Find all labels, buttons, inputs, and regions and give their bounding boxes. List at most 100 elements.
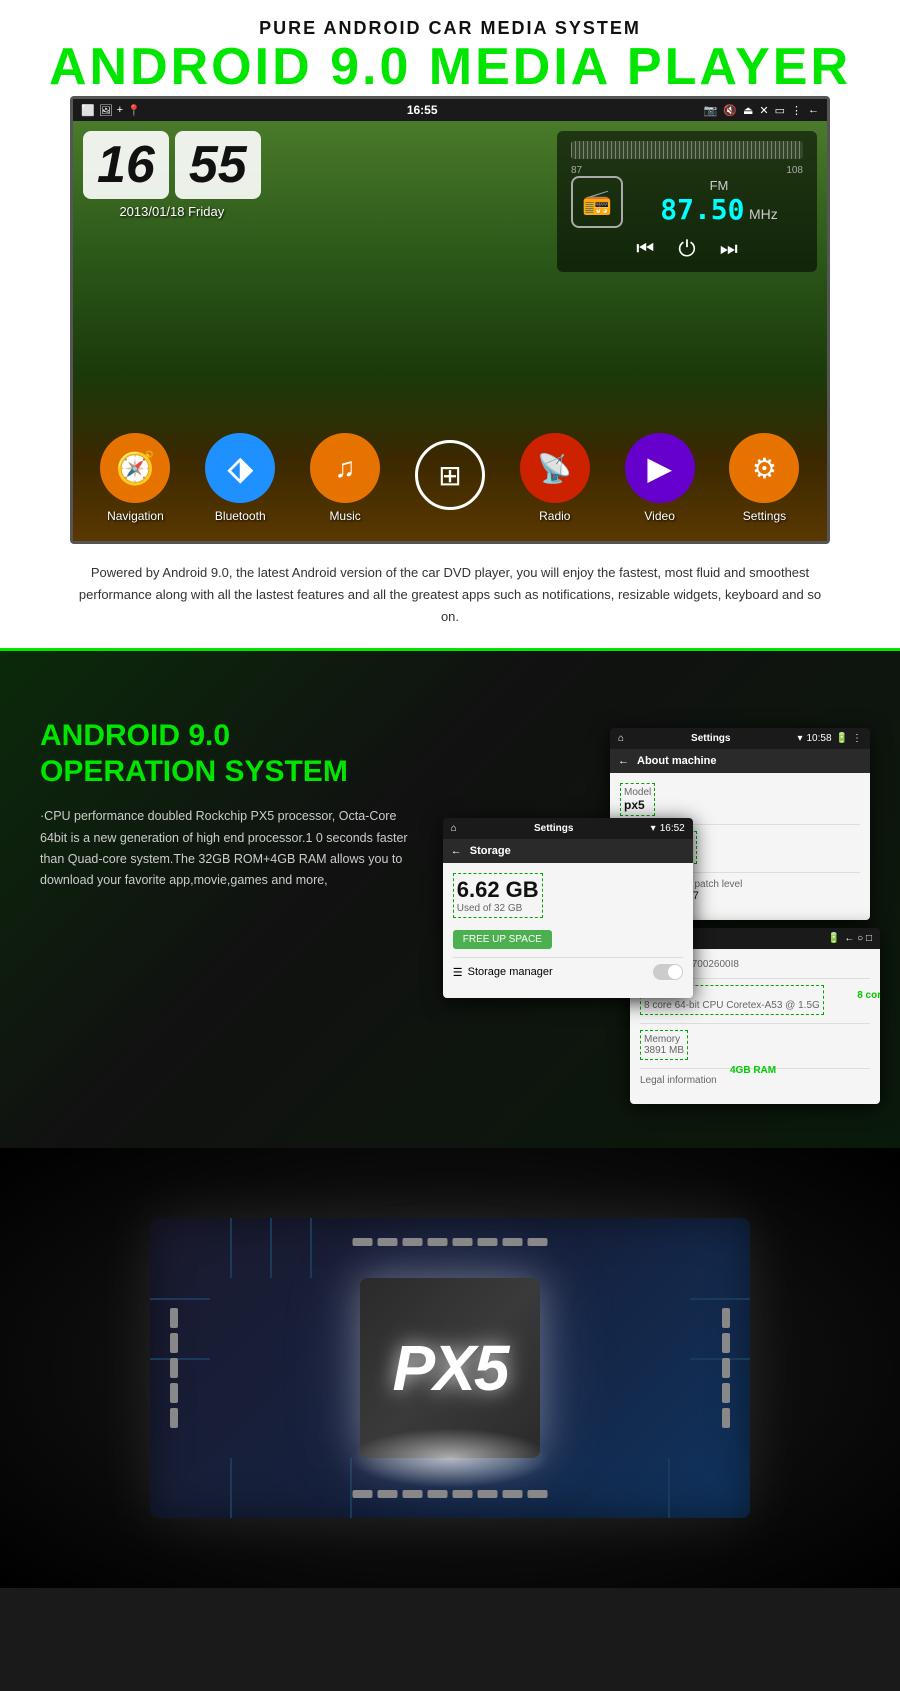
radio-controls: ⏮ ⏻ ⏭: [571, 236, 803, 262]
header-section: PURE ANDROID CAR MEDIA SYSTEM ANDROID 9.…: [0, 0, 900, 648]
app-music[interactable]: ♫ Music: [310, 433, 380, 523]
ss1-more-icon: ⋮: [852, 733, 862, 744]
radio-icon: 📻: [571, 176, 623, 228]
pin: [170, 1383, 178, 1403]
clock-minutes: 55: [175, 131, 261, 199]
video-label: Video: [644, 509, 674, 523]
clock-hours: 16: [83, 131, 169, 199]
statusbar-time: 16:55: [407, 103, 438, 117]
ss3-back-nav: ← ○ □: [844, 933, 872, 944]
pin: [170, 1358, 178, 1378]
pin: [428, 1238, 448, 1246]
ss2-home-icon: ⌂: [451, 823, 457, 834]
header-title: ANDROID 9.0 MEDIA PLAYER: [10, 39, 890, 96]
ss2-header: ⌂ Settings ▾ 16:52: [443, 818, 693, 839]
chip-pins-left: [170, 1308, 178, 1428]
radio-widget: 87 108 📻 FM 87.50 MHz ⏮ ⏻ ⏭: [557, 131, 817, 272]
plus-icon: +: [117, 104, 123, 116]
pin: [403, 1490, 423, 1498]
ss2-back-icon[interactable]: ←: [451, 845, 462, 857]
radio-icon-circle: 📡: [520, 433, 590, 503]
radio-unit: MHz: [749, 206, 778, 222]
chip-board: PX5: [150, 1218, 750, 1518]
ss3-legal: Legal information: [640, 1075, 870, 1086]
settings-icon-circle: ⚙: [729, 433, 799, 503]
ss2-free-space-button[interactable]: FREE UP SPACE: [453, 930, 552, 949]
statusbar-left-icons: ⬜ 🖼 + 📍: [81, 104, 141, 117]
ss1-wifi-icon: ▾: [797, 733, 802, 744]
chip-pins-right: [722, 1308, 730, 1428]
pin: [453, 1490, 473, 1498]
pin: [378, 1238, 398, 1246]
header-subtitle: PURE ANDROID CAR MEDIA SYSTEM: [10, 18, 890, 39]
android-desc: ·CPU performance doubled Rockchip PX5 pr…: [40, 806, 413, 891]
radio-band: FM: [635, 178, 803, 193]
chip-center: PX5: [360, 1278, 540, 1458]
pin: [722, 1308, 730, 1328]
window-icon: ▭: [775, 104, 785, 117]
screen-wallpaper: 16 55 2013/01/18 Friday 87 108 📻: [73, 121, 827, 541]
chip-px5-text: PX5: [393, 1331, 508, 1405]
music-label: Music: [329, 509, 360, 523]
pin: [528, 1238, 548, 1246]
ss3-battery-icon: 🔋: [828, 933, 840, 944]
pin: [428, 1490, 448, 1498]
pin: [478, 1238, 498, 1246]
close-icon: ✕: [759, 104, 768, 117]
mute-icon: 🔇: [723, 104, 737, 117]
settings-screen-storage: ⌂ Settings ▾ 16:52 ← Storage 6.62 GB: [443, 818, 693, 998]
radio-frequency: 87.50: [660, 193, 744, 226]
ss3-legal-row: Legal information: [640, 1075, 870, 1086]
pin: [722, 1358, 730, 1378]
pin: [503, 1490, 523, 1498]
camera-icon: 📷: [704, 104, 718, 117]
settings-label: Settings: [743, 509, 786, 523]
back-icon: ←: [808, 104, 819, 116]
app-bluetooth[interactable]: ⬗ Bluetooth: [205, 433, 275, 523]
screen-statusbar: ⬜ 🖼 + 📍 16:55 📷 🔇 ⏏ ✕ ▭ ⋮ ←: [73, 99, 827, 121]
bluetooth-icon-circle: ⬗: [205, 433, 275, 503]
ss2-storage-value: 6.62 GB: [457, 877, 539, 903]
ss2-status-icons: ▾ 16:52: [651, 823, 685, 834]
chip-pins-bottom: [353, 1490, 548, 1498]
ss2-time: 16:52: [660, 823, 685, 834]
ss2-toolbar: ← Storage: [443, 839, 693, 863]
navigation-label: Navigation: [107, 509, 164, 523]
app-icons-row: 🧭 Navigation ⬗ Bluetooth ♫ Music: [83, 423, 817, 531]
clock-date: 2013/01/18 Friday: [119, 204, 224, 219]
pin: [170, 1333, 178, 1353]
radio-power-button[interactable]: ⏻: [678, 236, 695, 262]
radio-freq-area: FM 87.50 MHz: [635, 178, 803, 226]
pin: [353, 1238, 373, 1246]
android-section: ANDROID 9.0 OPERATION SYSTEM ·CPU perfor…: [0, 648, 900, 1148]
ss2-manager-row: ☰ Storage manager: [453, 964, 683, 980]
android-left: ANDROID 9.0 OPERATION SYSTEM ·CPU perfor…: [20, 698, 413, 891]
ss1-section: About machine: [637, 755, 716, 767]
radio-tuner-labels: 87 108: [571, 165, 803, 176]
ss1-model-row: Model px5: [620, 783, 860, 816]
navigation-icon-circle: 🧭: [100, 433, 170, 503]
pin: [503, 1238, 523, 1246]
ss1-battery-icon: 🔋: [836, 733, 848, 744]
ss3-memory-row: Memory 3891 MB 4GB RAM: [640, 1030, 870, 1060]
radio-scale-end: 108: [786, 165, 803, 176]
pin: [378, 1490, 398, 1498]
more-icon: ⋮: [791, 104, 802, 117]
radio-prev-button[interactable]: ⏮: [636, 238, 654, 261]
radio-next-button[interactable]: ⏭: [720, 238, 738, 261]
app-navigation[interactable]: 🧭 Navigation: [100, 433, 170, 523]
app-settings[interactable]: ⚙ Settings: [729, 433, 799, 523]
statusbar-right-icons: 📷 🔇 ⏏ ✕ ▭ ⋮ ←: [704, 104, 819, 117]
ss1-back-icon[interactable]: ←: [618, 755, 629, 767]
radio-info: 📻 FM 87.50 MHz: [571, 176, 803, 228]
app-video[interactable]: ▶ Video: [625, 433, 695, 523]
chip-pins-top: [353, 1238, 548, 1246]
app-radio[interactable]: 📡 Radio: [520, 433, 590, 523]
pin: [170, 1408, 178, 1428]
app-home[interactable]: ⊞: [415, 440, 485, 516]
ss2-manager-label: Storage manager: [468, 966, 553, 978]
ss3-cpu-annotation: 8 core 64-bit CPU: [857, 990, 880, 1001]
ss2-toggle[interactable]: [653, 964, 683, 980]
chip-visual: PX5: [150, 1218, 750, 1518]
ss2-title: Settings: [534, 823, 573, 834]
